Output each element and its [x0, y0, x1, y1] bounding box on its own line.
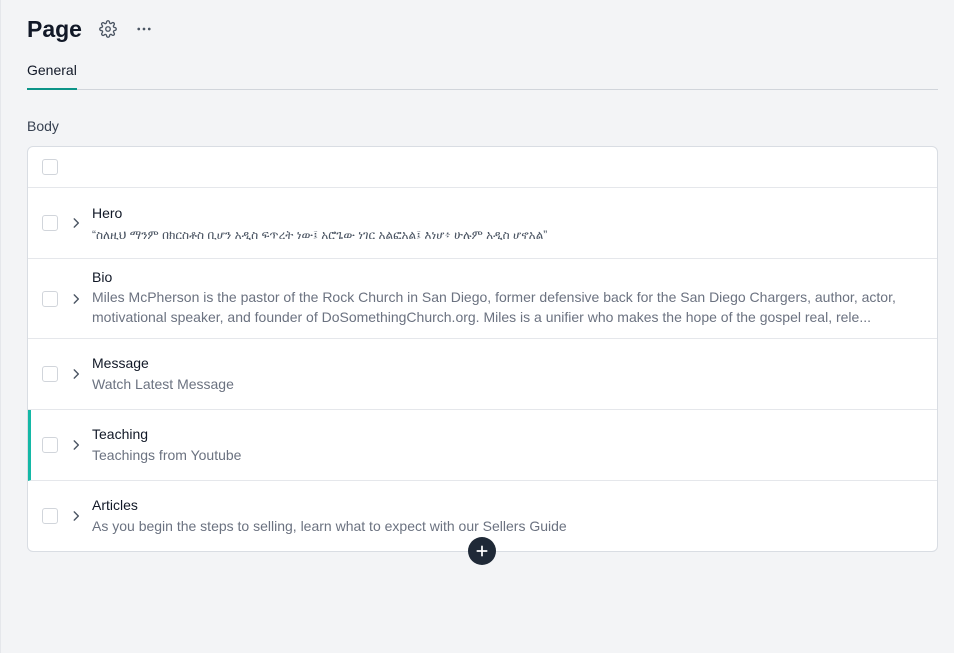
chevron-right-icon[interactable] — [69, 367, 83, 381]
item-checkbox[interactable] — [42, 366, 58, 382]
settings-button[interactable] — [96, 17, 120, 41]
add-item-button[interactable] — [468, 537, 496, 565]
chevron-right-icon[interactable] — [69, 292, 83, 306]
list-item-hero[interactable]: Hero “ስለዚህ ማንም በክርስቶስ ቢሆን አዲስ ፍጥረት ነው፤ አ… — [28, 188, 937, 259]
select-all-checkbox[interactable] — [42, 159, 58, 175]
item-title: Bio — [92, 269, 113, 285]
select-all-row — [28, 147, 937, 188]
plus-icon — [476, 545, 488, 557]
item-checkbox[interactable] — [42, 291, 58, 307]
list-item-teaching[interactable]: Teaching Teachings from Youtube — [28, 410, 937, 481]
item-title: Articles — [92, 497, 138, 513]
item-subtitle-line-2: motivational speaker, and founder of DoS… — [92, 309, 871, 325]
item-subtitle: Teachings from Youtube — [92, 447, 242, 463]
item-title: Teaching — [92, 426, 149, 442]
gear-icon — [99, 20, 117, 38]
item-title: Message — [92, 355, 149, 371]
chevron-right-icon[interactable] — [69, 438, 83, 452]
page-frame: Page General Body Hero “ስለዚህ ማንም በክርስቶስ … — [0, 0, 954, 653]
item-checkbox[interactable] — [42, 437, 58, 453]
body-item-list: Hero “ስለዚህ ማንም በክርስቶስ ቢሆን አዲስ ፍጥረት ነው፤ አ… — [27, 146, 938, 552]
chevron-right-icon[interactable] — [69, 509, 83, 523]
ellipsis-icon — [137, 27, 151, 31]
page-header: Page — [27, 14, 168, 44]
item-title: Hero — [92, 205, 123, 221]
item-subtitle-line-1: Miles McPherson is the pastor of the Roc… — [92, 289, 896, 305]
chevron-right-icon[interactable] — [69, 216, 83, 230]
item-subtitle: As you begin the steps to selling, learn… — [92, 518, 567, 534]
list-item-bio[interactable]: Bio Miles McPherson is the pastor of the… — [28, 259, 937, 339]
list-item-message[interactable]: Message Watch Latest Message — [28, 339, 937, 410]
tab-bar: General — [27, 59, 938, 90]
more-options-button[interactable] — [132, 17, 156, 41]
item-checkbox[interactable] — [42, 215, 58, 231]
tab-general[interactable]: General — [27, 59, 77, 90]
page-title: Page — [27, 15, 82, 42]
item-subtitle: Watch Latest Message — [92, 376, 234, 392]
item-subtitle: “ስለዚህ ማንም በክርስቶስ ቢሆን አዲስ ፍጥረት ነው፤ አሮጌው ነ… — [92, 228, 548, 242]
body-section-label: Body — [27, 118, 59, 134]
item-checkbox[interactable] — [42, 508, 58, 524]
